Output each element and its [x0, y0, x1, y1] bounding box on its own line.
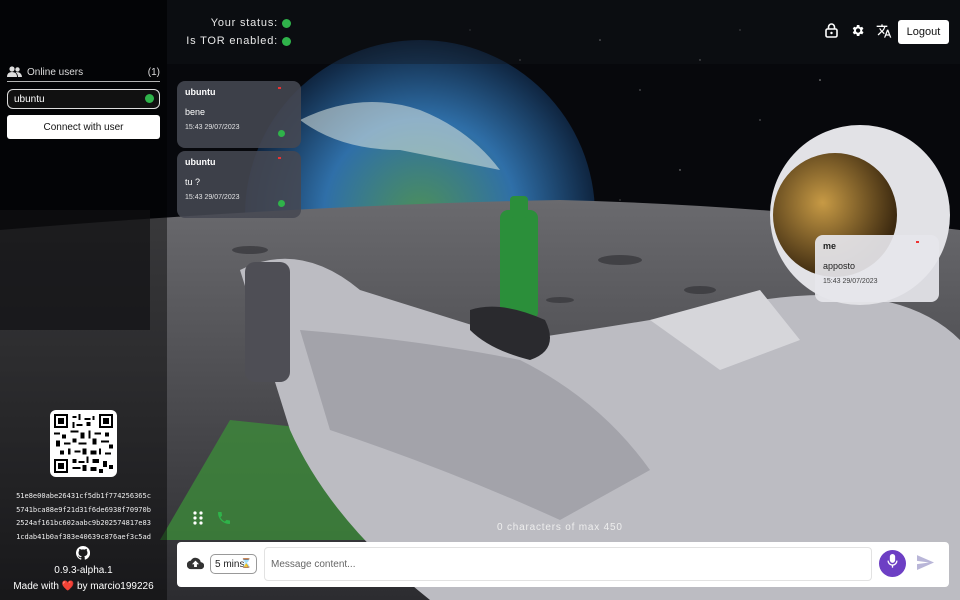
your-status-row: Your status: [211, 17, 291, 29]
online-users-label: Online users [27, 67, 84, 78]
mic-icon [887, 553, 898, 574]
user-item-ubuntu[interactable]: ubuntu [7, 89, 160, 109]
logout-button[interactable]: Logout [898, 20, 949, 44]
users-icon [7, 65, 22, 80]
fingerprint-line: 51e8e00abe26431cf5db1f774256365c [16, 492, 151, 500]
connect-with-user-button[interactable]: Connect with user [7, 115, 160, 139]
fingerprint-line: 5741bca88e9f21d31f6de6938f70970b [16, 505, 151, 514]
translate-icon[interactable] [875, 22, 892, 39]
message-bubble: ubuntu tu ? 15:43 29/07/2023 [177, 151, 301, 218]
online-users-count: (1) [147, 67, 160, 78]
sidebar: Online users (1) ubuntu Connect with use… [0, 0, 167, 600]
user-name: ubuntu [14, 93, 45, 105]
message-text: bene [185, 107, 206, 117]
message-sender: ubuntu [185, 157, 216, 167]
message-bubble: ubuntu bene 15:43 29/07/2023 [177, 81, 301, 148]
message-marker [278, 157, 281, 159]
github-icon[interactable] [75, 545, 91, 565]
made-with-credit: Made with ❤️ by marcio199226 [0, 581, 167, 592]
tor-status-row: Is TOR enabled: [186, 35, 291, 47]
made-with-suffix: by marcio199226 [76, 581, 154, 592]
message-text: apposto [823, 261, 856, 271]
message-status-dot [278, 130, 285, 137]
fingerprint-line: 1cdab41b0af383e40639c876aef3c5ad [16, 532, 151, 541]
lock-icon[interactable] [823, 22, 840, 39]
app-version: 0.9.3-alpha.1 [54, 565, 113, 576]
message-timer-select[interactable]: 5 mins ⌛ [210, 554, 257, 574]
send-icon[interactable] [917, 555, 934, 575]
online-users-header: Online users (1) [7, 64, 160, 82]
message-timestamp: 15:43 29/07/2023 [185, 124, 240, 131]
status-indicator [282, 18, 291, 28]
message-timestamp: 15:43 29/07/2023 [823, 278, 878, 285]
message-text: tu ? [185, 177, 201, 187]
message-status-dot [278, 200, 285, 207]
message-timestamp: 15:43 29/07/2023 [185, 194, 240, 201]
drag-handle-icon[interactable] [193, 511, 203, 530]
gear-icon[interactable] [849, 22, 866, 39]
message-input[interactable] [264, 547, 872, 581]
character-counter: 0 characters of max 450 [497, 522, 623, 533]
top-actions [823, 22, 892, 39]
hourglass-icon: ⌛ [240, 558, 252, 568]
mic-button[interactable] [879, 550, 906, 577]
message-sender: me [823, 241, 837, 251]
message-marker [916, 241, 919, 243]
upload-cloud-icon[interactable] [186, 557, 205, 575]
user-online-indicator [145, 94, 154, 103]
phone-icon[interactable] [216, 510, 232, 531]
message-composer: 5 mins ⌛ [177, 542, 949, 587]
your-status-label: Your status: [210, 17, 278, 29]
message-marker [278, 87, 281, 89]
tor-enabled-label: Is TOR enabled: [186, 35, 278, 47]
made-with-prefix: Made with [13, 581, 59, 592]
my-message-bubble: me apposto 15:43 29/07/2023 [815, 235, 939, 302]
qr-code[interactable] [50, 410, 117, 477]
message-sender: ubuntu [185, 87, 216, 97]
tor-indicator [282, 36, 291, 46]
heart-icon: ❤️ [61, 581, 75, 592]
public-key-fingerprint: 51e8e00abe26431cf5db1f774256365c 5741bca… [0, 490, 167, 544]
fingerprint-line: 2524af161bc602aabc9b202574817e83 [16, 519, 151, 527]
